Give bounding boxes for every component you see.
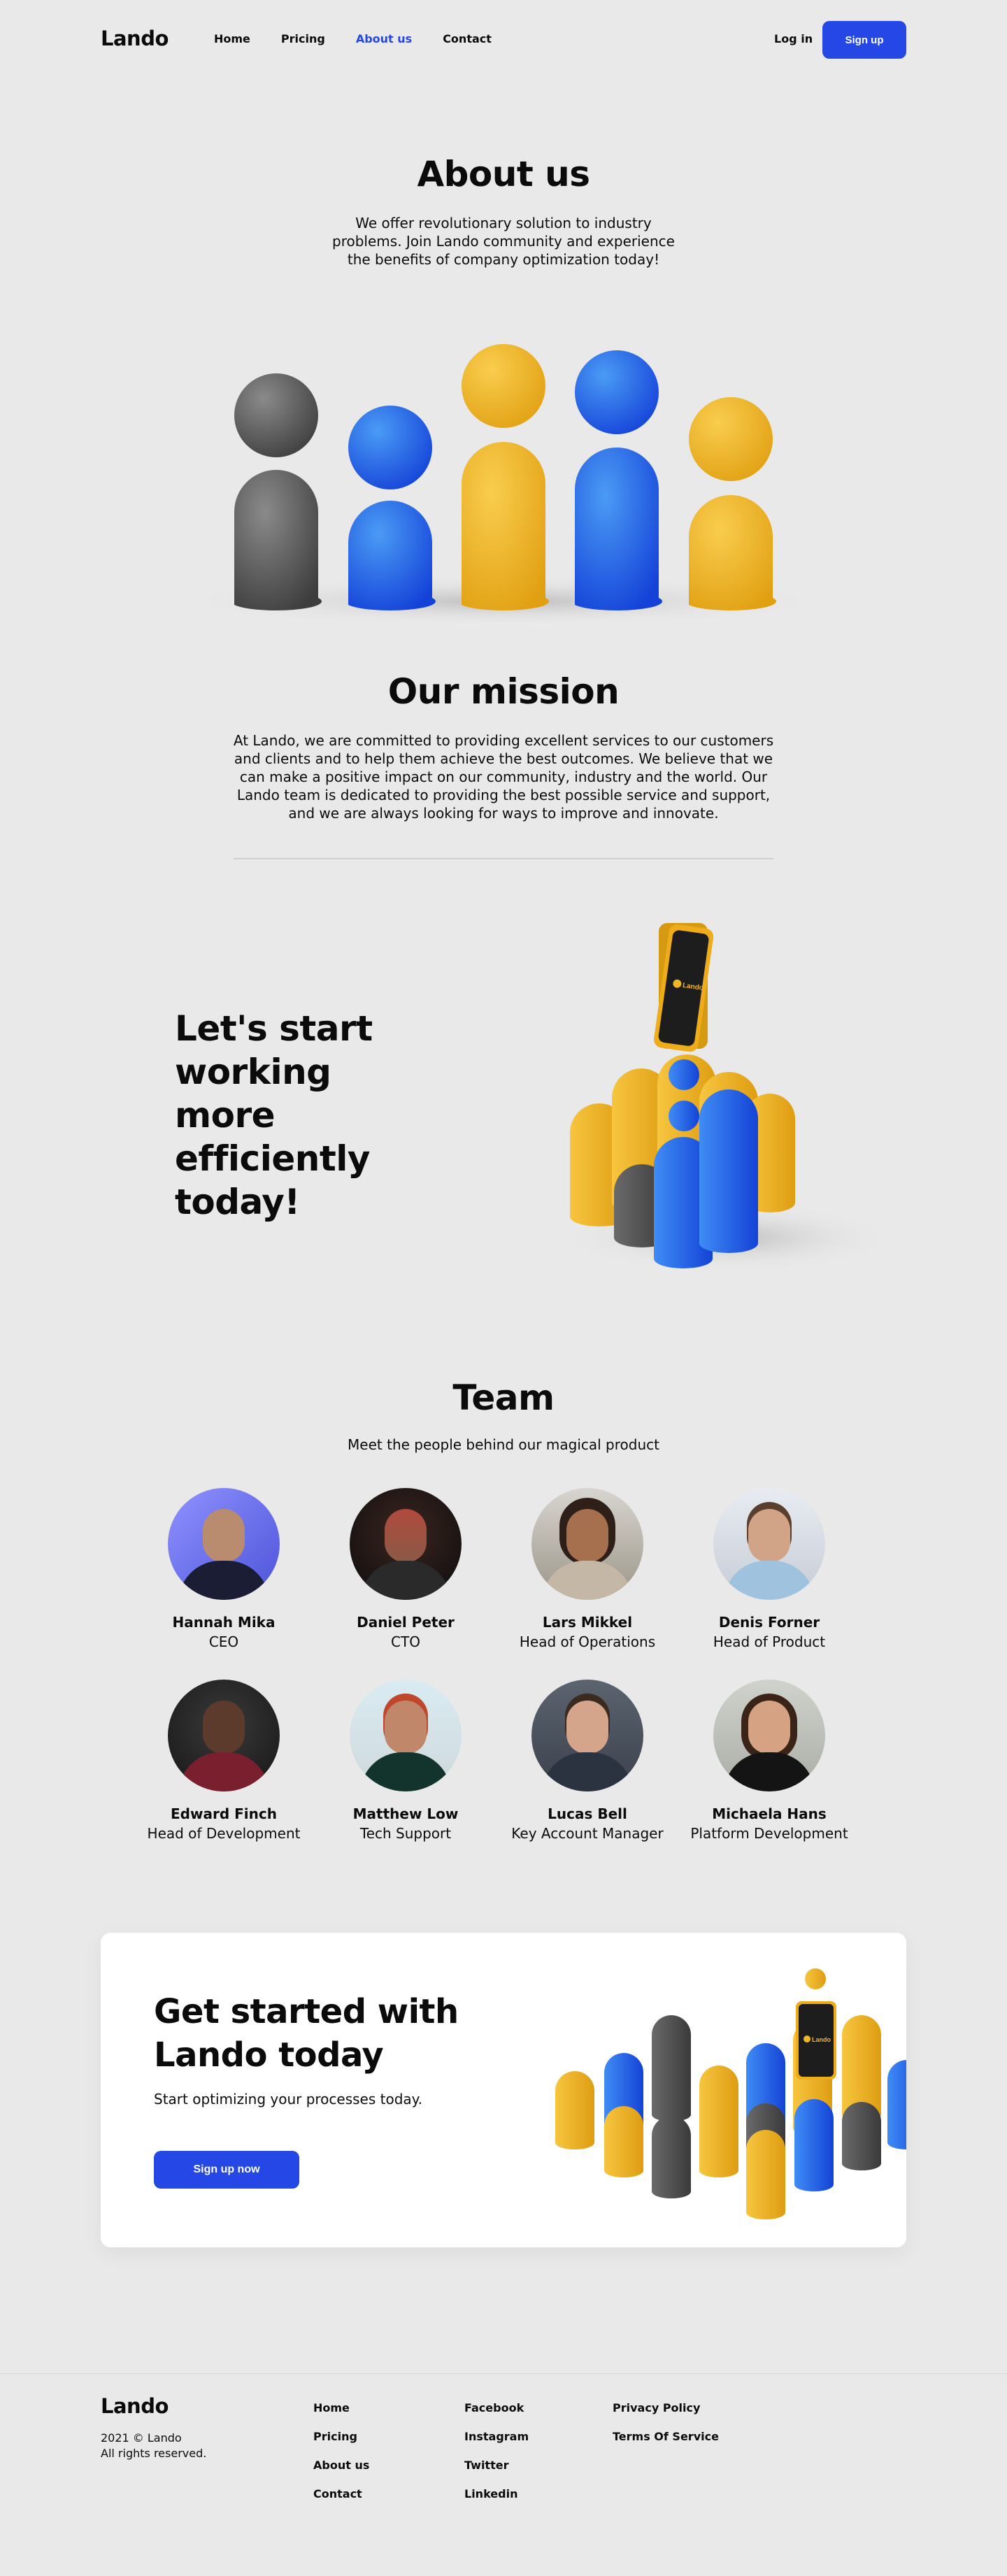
footer-logo[interactable]: Lando	[101, 2394, 169, 2418]
team-members: Hannah Mika CEO Daniel Peter CTO Lars Mi…	[133, 1488, 874, 1842]
avatar	[531, 1488, 643, 1600]
team-member: Daniel Peter CTO	[315, 1488, 497, 1650]
figure-yellow-tall	[462, 344, 549, 610]
member-name: Michaela Hans	[712, 1805, 827, 1822]
team-member: Denis Forner Head of Product	[678, 1488, 860, 1650]
phone-stack-illustration: Lando	[559, 923, 895, 1273]
phone-brand: Lando	[812, 2036, 831, 2043]
member-role: CTO	[391, 1633, 420, 1650]
footer-social-links: Facebook Instagram Twitter Linkedin	[464, 2401, 529, 2500]
figure-gray	[234, 373, 322, 610]
get-started-text: Start optimizing your processes today.	[154, 2091, 423, 2108]
mission-text: At Lando, we are committed to providing …	[233, 732, 774, 822]
member-name: Denis Forner	[718, 1614, 820, 1631]
footer-nav-links: Home Pricing About us Contact	[313, 2401, 369, 2500]
member-name: Matthew Low	[352, 1805, 459, 1822]
nav-home[interactable]: Home	[214, 32, 250, 45]
member-role: Platform Development	[690, 1825, 848, 1842]
member-name: Lucas Bell	[548, 1805, 627, 1822]
member-role: CEO	[208, 1633, 239, 1650]
footer-divider	[0, 2373, 1007, 2374]
nav-about-us[interactable]: About us	[356, 32, 412, 45]
get-started-card: Get started with Lando today Start optim…	[101, 1933, 906, 2247]
footer-copyright: 2021 © Lando All rights reserved.	[101, 2431, 206, 2461]
footer-link-linkedin[interactable]: Linkedin	[464, 2487, 529, 2500]
footer-link-privacy[interactable]: Privacy Policy	[613, 2401, 719, 2414]
main-menu: Home Pricing About us Contact	[214, 32, 492, 45]
footer-link-about[interactable]: About us	[313, 2459, 369, 2472]
team-title: Team	[452, 1378, 555, 1418]
section-divider	[234, 858, 773, 859]
copyright-text: 2021 © Lando	[101, 2431, 182, 2445]
signup-now-button[interactable]: Sign up now	[154, 2151, 299, 2189]
figure-blue-small	[348, 406, 436, 610]
member-name: Hannah Mika	[172, 1614, 276, 1631]
figure-yellow-small	[689, 397, 776, 610]
member-role: Head of Development	[147, 1825, 301, 1842]
footer-link-twitter[interactable]: Twitter	[464, 2459, 529, 2472]
footer-link-instagram[interactable]: Instagram	[464, 2430, 529, 2443]
member-name: Daniel Peter	[357, 1614, 455, 1631]
mission-title: Our mission	[387, 671, 620, 712]
avatar	[168, 1680, 280, 1791]
cta-title: Let's start working more efficiently tod…	[175, 1008, 373, 1222]
team-member: Lars Mikkel Head of Operations	[497, 1488, 678, 1650]
footer-legal-links: Privacy Policy Terms Of Service	[613, 2401, 719, 2443]
team-member: Matthew Low Tech Support	[315, 1680, 497, 1842]
avatar	[168, 1488, 280, 1600]
member-role: Tech Support	[359, 1825, 452, 1842]
member-name: Lars Mikkel	[542, 1614, 633, 1631]
logo[interactable]: Lando	[101, 27, 169, 50]
member-role: Head of Product	[713, 1633, 826, 1650]
avatar	[713, 1488, 825, 1600]
team-member: Edward Finch Head of Development	[133, 1680, 315, 1842]
avatar	[531, 1680, 643, 1791]
footer-link-contact[interactable]: Contact	[313, 2487, 369, 2500]
nav-pricing[interactable]: Pricing	[281, 32, 325, 45]
team-member: Hannah Mika CEO	[133, 1488, 315, 1650]
team-subtitle: Meet the people behind our magical produ…	[348, 1436, 659, 1453]
get-started-title: Get started with Lando today	[154, 1992, 459, 2075]
avatar	[350, 1680, 462, 1791]
login-link[interactable]: Log in	[774, 32, 813, 45]
avatar	[350, 1488, 462, 1600]
member-role: Key Account Manager	[511, 1825, 664, 1842]
footer-link-home[interactable]: Home	[313, 2401, 369, 2414]
figure-blue-tall	[575, 350, 662, 610]
about-title: About us	[417, 154, 590, 194]
footer-link-facebook[interactable]: Facebook	[464, 2401, 529, 2414]
member-name: Edward Finch	[171, 1805, 277, 1822]
rights-text: All rights reserved.	[101, 2447, 207, 2460]
footer-link-pricing[interactable]: Pricing	[313, 2430, 369, 2443]
signup-button[interactable]: Sign up	[822, 21, 906, 59]
team-member: Lucas Bell Key Account Manager	[497, 1680, 678, 1842]
avatar	[713, 1680, 825, 1791]
pillars-illustration: Lando	[555, 1968, 906, 2219]
people-figures-illustration	[175, 344, 832, 622]
about-text: We offer revolutionary solution to indus…	[332, 215, 675, 268]
top-navigation: Lando Home Pricing About us Contact Log …	[0, 0, 1007, 78]
footer-link-terms[interactable]: Terms Of Service	[613, 2430, 719, 2443]
nav-contact[interactable]: Contact	[443, 32, 492, 45]
team-member: Michaela Hans Platform Development	[678, 1680, 860, 1842]
brand-dot-icon	[804, 2035, 810, 2042]
member-role: Head of Operations	[519, 1633, 656, 1650]
